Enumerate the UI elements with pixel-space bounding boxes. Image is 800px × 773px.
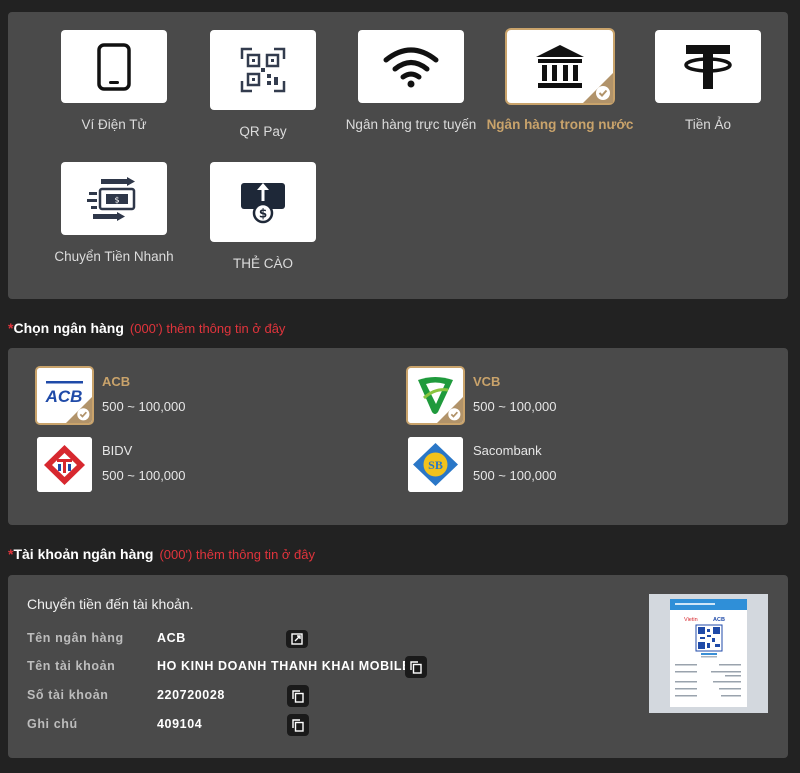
method-e-wallet[interactable]: Ví Điện Tử: [39, 30, 189, 134]
method-topup-card[interactable]: $ THẺ CÀO: [188, 162, 338, 273]
row-value: 409104: [157, 717, 203, 731]
row-account-name: Tên tài khoản HO KINH DOANH THANH KHAI M…: [27, 656, 447, 678]
method-qr-pay[interactable]: QR Pay: [188, 30, 338, 141]
account-heading: Chuyển tiền đến tài khoản.: [27, 596, 194, 612]
bidv-logo: [37, 437, 92, 492]
bank-range: 500 ~ 100,000: [473, 468, 557, 483]
section-title-text: Tài khoản ngân hàng: [13, 546, 154, 562]
bank-name: BIDV: [102, 443, 133, 458]
copy-icon: [292, 718, 304, 732]
qr-icon: [240, 47, 286, 93]
method-label: Tiền Ảo: [684, 117, 732, 132]
bank-name: ACB: [102, 374, 131, 389]
bank-section-title: *Chọn ngân hàng (000') thêm thông tin ở đ…: [8, 320, 285, 336]
row-key: Tên tài khoản: [27, 659, 116, 673]
bank-name: VCB: [473, 374, 501, 389]
bank-acb[interactable]: ACB ACB 500 ~ 100,000: [37, 368, 337, 424]
row-bank-name: Tên ngân hàng ACB: [27, 628, 327, 650]
method-label: THẺ CÀO: [232, 256, 293, 271]
copy-icon: [292, 689, 304, 703]
method-tile: [358, 30, 464, 103]
method-domestic-bank[interactable]: Ngân hàng trong nước: [485, 30, 635, 134]
card-topup-icon: $: [241, 183, 285, 224]
selected-check-icon: [437, 397, 463, 423]
selected-check-icon: [66, 397, 92, 423]
method-label: Chuyển Tiền Nhanh: [54, 249, 174, 264]
bank-range: 500 ~ 100,000: [473, 399, 557, 414]
copy-button[interactable]: [287, 685, 309, 707]
method-label: QR Pay: [239, 124, 287, 139]
method-label: Ví Điện Tử: [81, 117, 147, 132]
copy-button[interactable]: [287, 714, 309, 736]
method-tile: [210, 30, 316, 110]
row-key: Số tài khoản: [27, 688, 109, 702]
open-external-button[interactable]: [286, 630, 308, 648]
bank-name: Sacombank: [473, 443, 542, 458]
fast-transfer-icon: $: [87, 176, 136, 221]
svg-text:$: $: [114, 195, 119, 204]
qr-brand-right: ACB: [713, 617, 725, 623]
payment-methods-panel: Ví Điện Tử QR Pay Ngân hàng trực tuyến N…: [8, 12, 788, 299]
bank-range: 500 ~ 100,000: [102, 399, 186, 414]
bank-bidv[interactable]: BIDV 500 ~ 100,000: [37, 437, 337, 493]
method-tile: $: [210, 162, 316, 242]
method-fast-transfer[interactable]: $ Chuyển Tiền Nhanh: [39, 162, 189, 266]
vcb-logo: [408, 368, 463, 423]
method-tile: [507, 30, 613, 103]
external-link-icon: [291, 633, 303, 645]
section-hint: (000') thêm thông tin ở đây: [159, 547, 316, 562]
svg-text:SB: SB: [428, 458, 443, 472]
row-account-number: Số tài khoản 220720028: [27, 685, 327, 707]
section-hint: (000') thêm thông tin ở đây: [129, 321, 286, 336]
svg-text:$: $: [259, 207, 267, 221]
row-value: ACB: [157, 631, 186, 645]
bank-icon: [536, 44, 584, 88]
row-value: 220720028: [157, 688, 225, 702]
wifi-icon: [383, 47, 439, 87]
tether-icon: [684, 44, 732, 89]
qr-code-card[interactable]: Vietin ACB: [649, 594, 768, 713]
row-key: Ghi chú: [27, 717, 78, 731]
row-key: Tên ngân hàng: [27, 631, 124, 645]
method-online-banking[interactable]: Ngân hàng trực tuyến: [336, 30, 486, 134]
method-label: Ngân hàng trực tuyến: [345, 117, 477, 132]
bank-list-panel: ACB ACB 500 ~ 100,000 VCB 500 ~ 100,000 …: [8, 348, 788, 525]
row-value: HO KINH DOANH THANH KHAI MOBILE: [157, 659, 412, 673]
bank-vcb[interactable]: VCB 500 ~ 100,000: [408, 368, 708, 424]
account-panel: Chuyển tiền đến tài khoản. Tên ngân hàng…: [8, 575, 788, 758]
method-tile: [61, 30, 167, 103]
copy-button[interactable]: [405, 656, 427, 678]
phone-icon: [97, 42, 131, 91]
account-section-title: *Tài khoản ngân hàng (000') thêm thông ti…: [8, 546, 315, 562]
sacombank-logo: SB: [408, 437, 463, 492]
method-label: Ngân hàng trong nước: [486, 117, 634, 132]
bank-sacombank[interactable]: SB Sacombank 500 ~ 100,000: [408, 437, 708, 493]
qr-brand-left: Vietin: [684, 617, 698, 623]
selected-check-icon: [583, 73, 613, 103]
copy-icon: [410, 660, 422, 674]
acb-logo: ACB: [37, 368, 92, 423]
row-note: Ghi chú 409104: [27, 714, 327, 736]
method-tile: $: [61, 162, 167, 235]
method-crypto[interactable]: Tiền Ảo: [633, 30, 783, 134]
bank-range: 500 ~ 100,000: [102, 468, 186, 483]
section-title-text: Chọn ngân hàng: [13, 320, 124, 336]
qr-card-image: Vietin ACB: [649, 594, 768, 713]
method-tile: [655, 30, 761, 103]
